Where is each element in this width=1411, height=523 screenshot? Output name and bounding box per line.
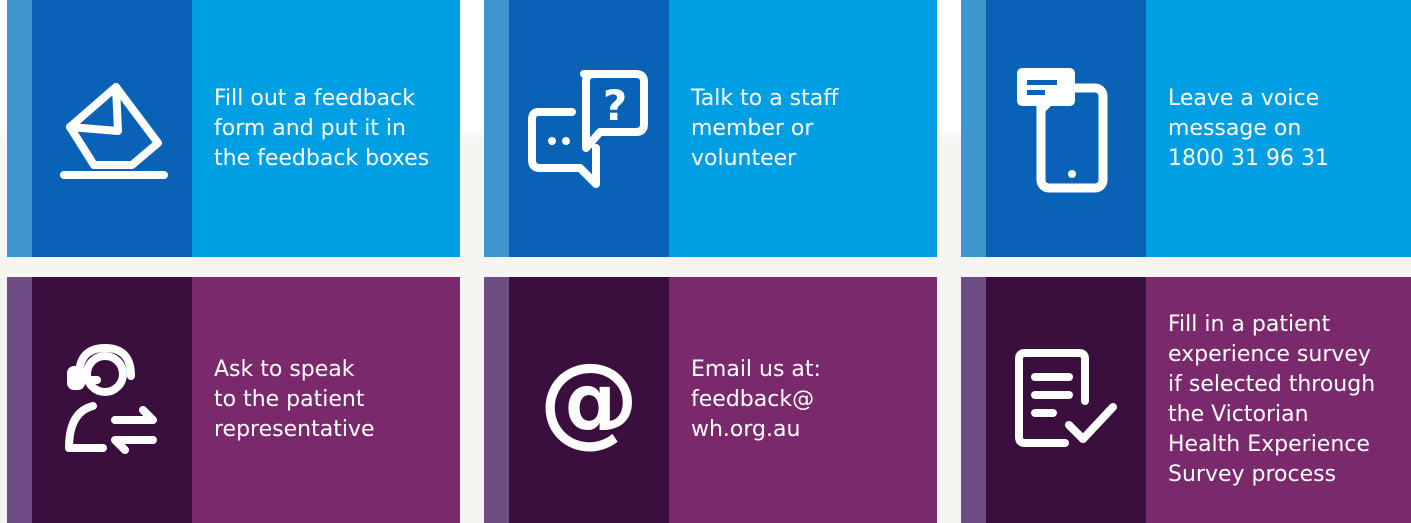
headset-person-icon	[65, 344, 157, 454]
feedback-options-page: Fill out a feedback form and put it in t…	[0, 0, 1411, 523]
envelope-into-box-icon	[60, 82, 168, 179]
card-text-panel: Fill in a patient experience survey if s…	[1146, 277, 1411, 523]
card-icon-panel	[32, 0, 192, 257]
card-text-panel: Leave a voice message on 1800 31 96 31	[1146, 0, 1411, 257]
feedback-card-email: @ Email us at: feedback@ wh.org.au	[484, 277, 937, 523]
card-text: Fill in a patient experience survey if s…	[1168, 312, 1376, 487]
card-text-panel: Talk to a staff member or volunteer	[669, 0, 937, 257]
feedback-card-voice: Leave a voice message on 1800 31 96 31	[961, 0, 1411, 257]
speech-bubbles-question-icon: ?	[528, 69, 648, 188]
card-text: Talk to a staff member or volunteer	[691, 85, 839, 171]
card-icon-panel: @	[509, 277, 669, 523]
card-text-panel: Ask to speak to the patient representati…	[192, 277, 460, 523]
checklist-document-icon	[1015, 349, 1117, 447]
card-stripe	[484, 0, 509, 257]
card-text: Email us at: feedback@ wh.org.au	[691, 357, 821, 442]
card-stripe	[961, 277, 986, 523]
card-text: Ask to speak to the patient representati…	[214, 357, 375, 442]
card-text-panel: Fill out a feedback form and put it in t…	[192, 0, 460, 257]
card-text-panel: Email us at: feedback@ wh.org.au	[669, 277, 937, 523]
card-icon-panel	[986, 0, 1146, 257]
svg-text:?: ?	[603, 81, 627, 130]
card-icon-panel	[32, 277, 192, 523]
feedback-card-talk: ? Talk to a staff member or volunteer	[484, 0, 937, 257]
feedback-card-survey: Fill in a patient experience survey if s…	[961, 277, 1411, 523]
card-text: Fill out a feedback form and put it in t…	[214, 85, 430, 171]
card-stripe	[7, 0, 32, 257]
feedback-card-representative: Ask to speak to the patient representati…	[7, 277, 460, 523]
card-stripe	[484, 277, 509, 523]
card-text: Leave a voice message on 1800 31 96 31	[1168, 85, 1329, 171]
feedback-card-form: Fill out a feedback form and put it in t…	[7, 0, 460, 257]
mobile-phone-message-icon	[1017, 67, 1108, 192]
card-stripe	[961, 0, 986, 257]
card-icon-panel: ?	[509, 0, 669, 257]
at-sign-icon: @	[539, 341, 639, 458]
card-icon-panel	[986, 277, 1146, 523]
card-stripe	[7, 277, 32, 523]
